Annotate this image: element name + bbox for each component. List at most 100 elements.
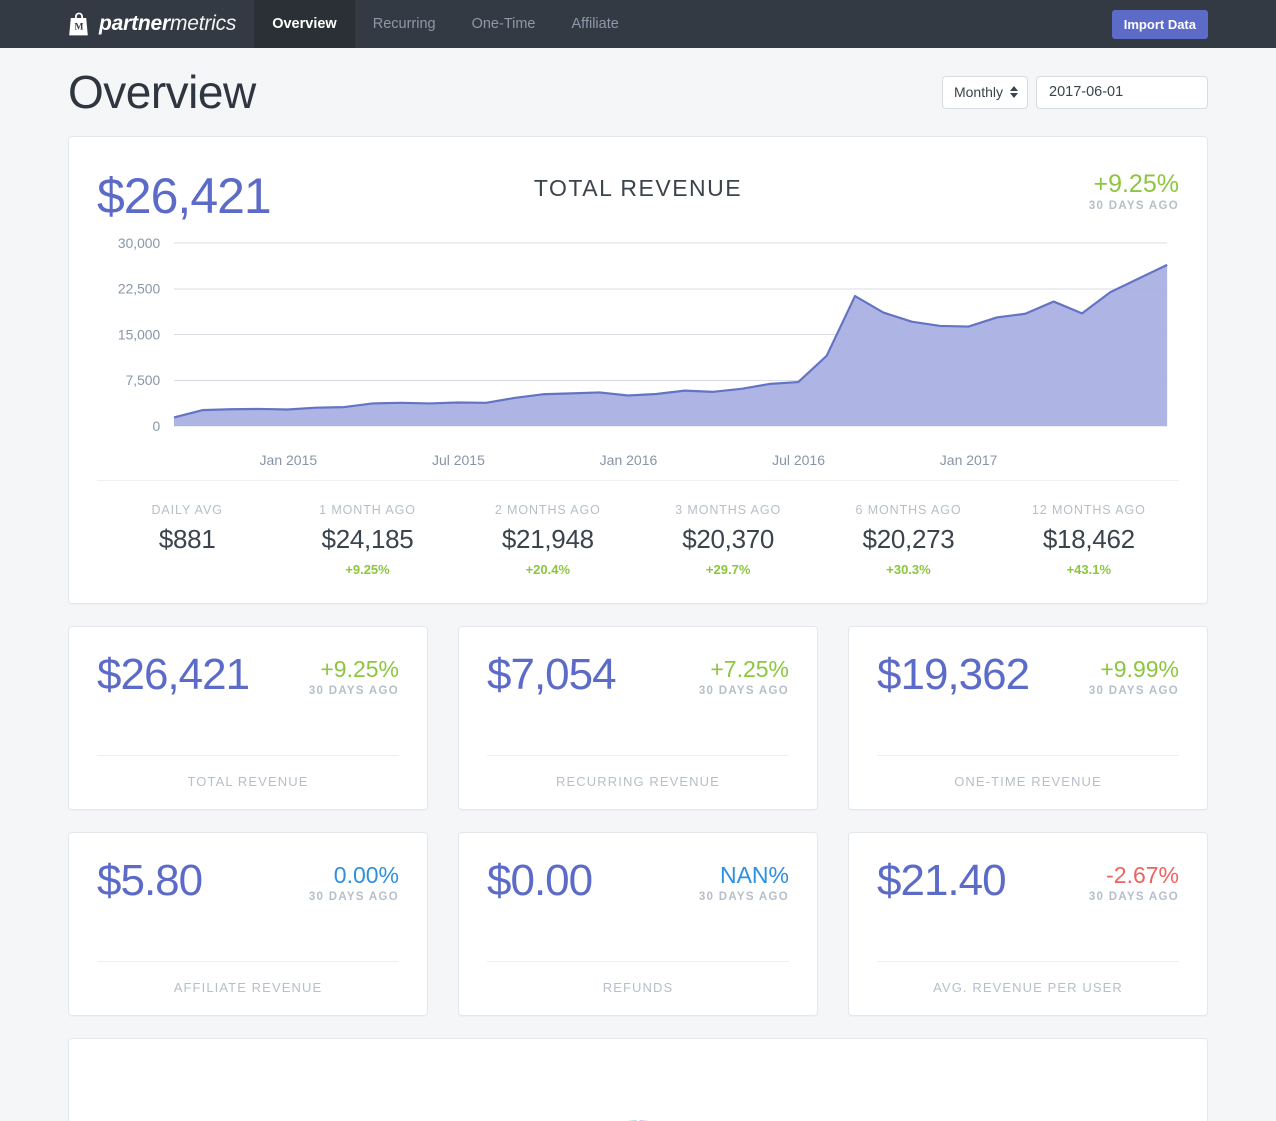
svg-text:30,000: 30,000 [118, 235, 161, 251]
metric-ago: 30 DAYS AGO [698, 685, 789, 698]
x-tick-label: Jan 2017 [939, 452, 998, 468]
x-tick-label: Jan 2016 [599, 452, 658, 468]
stat-value: $18,462 [1042, 524, 1135, 554]
metric-top: $0.00 NAN% 30 DAYS AGO [487, 856, 789, 905]
metric-ago: 30 DAYS AGO [698, 891, 789, 904]
x-tick-label: Jan 2015 [259, 452, 318, 468]
metric-label: RECURRING REVENUE [487, 755, 789, 809]
nav-items: Overview Recurring One-Time Affiliate [254, 0, 637, 48]
stat-daily-avg: DAILY AVG $881 [97, 503, 277, 577]
metric-value: $26,421 [97, 650, 250, 699]
metric-card-refunds: $0.00 NAN% 30 DAYS AGO REFUNDS [458, 832, 818, 1016]
stat-label: 6 MONTHS AGO [855, 503, 962, 517]
metric-card-total-revenue: $26,421 +9.25% 30 DAYS AGO TOTAL REVENUE [68, 626, 428, 810]
shopping-bag-icon: M [69, 12, 88, 36]
metric-ago: 30 DAYS AGO [308, 685, 399, 698]
metric-value: $7,054 [487, 650, 617, 699]
metric-pct: 0.00% [333, 862, 399, 888]
metric-change: -2.67% 30 DAYS AGO [1089, 859, 1179, 903]
import-data-button[interactable]: Import Data [1111, 10, 1208, 39]
page-title: Overview [68, 66, 256, 118]
brand-text: partnermetrics [99, 12, 236, 36]
metric-label: REFUNDS [487, 961, 789, 1015]
x-tick-label: Jul 2015 [431, 452, 485, 468]
metric-label: AFFILIATE REVENUE [97, 961, 399, 1015]
metric-value: $5.80 [97, 856, 203, 905]
revenue-area-chart: 0 7,500 15,000 22,500 30,000 [97, 235, 1179, 450]
stat-value: $20,370 [682, 524, 775, 554]
metric-value: $0.00 [487, 856, 593, 905]
metric-card-recurring-revenue: $7,054 +7.25% 30 DAYS AGO RECURRING REVE… [458, 626, 818, 810]
stat-delta [97, 562, 277, 577]
revenue-breakdown-pie-card [68, 1038, 1208, 1121]
metric-pct: +7.25% [710, 656, 789, 682]
stat-label: 3 MONTHS AGO [675, 503, 782, 517]
stat-delta: +20.4% [525, 562, 571, 577]
metric-change: +9.99% 30 DAYS AGO [1089, 653, 1179, 697]
stat-label: DAILY AVG [151, 503, 223, 517]
metric-pct: NAN% [719, 862, 789, 888]
svg-text:7,500: 7,500 [126, 372, 161, 388]
nav-item-affiliate[interactable]: Affiliate [554, 0, 637, 48]
metric-top: $26,421 +9.25% 30 DAYS AGO [97, 650, 399, 699]
metric-card-affiliate-revenue: $5.80 0.00% 30 DAYS AGO AFFILIATE REVENU… [68, 832, 428, 1016]
metric-pct: +9.99% [1100, 656, 1179, 682]
metric-label: ONE-TIME REVENUE [877, 755, 1179, 809]
stat-label: 2 MONTHS AGO [494, 503, 601, 517]
stat-delta: +30.3% [886, 562, 931, 577]
svg-text:0: 0 [152, 418, 160, 434]
stat-delta: +43.1% [1066, 562, 1112, 577]
page-content: Overview Monthly 2017-06-01 $26,421 TOTA… [0, 48, 1276, 1121]
metric-label: TOTAL REVENUE [97, 755, 399, 809]
metric-card-avg-revenue-per-user: $21.40 -2.67% 30 DAYS AGO AVG. REVENUE P… [848, 832, 1208, 1016]
date-input[interactable]: 2017-06-01 [1036, 75, 1208, 109]
x-tick-label: Jul 2016 [772, 452, 825, 468]
metric-label: AVG. REVENUE PER USER [877, 961, 1179, 1015]
brand-logo[interactable]: M partnermetrics [0, 0, 254, 48]
metric-ago: 30 DAYS AGO [308, 891, 399, 904]
stat-3-months-ago: 3 MONTHS AGO $20,370 +29.7% [638, 503, 818, 577]
revenue-breakdown-pie-chart [611, 1117, 665, 1121]
metric-change: +7.25% 30 DAYS AGO [699, 653, 789, 697]
metric-value: $21.40 [877, 856, 1007, 905]
nav-item-one-time[interactable]: One-Time [454, 0, 554, 48]
chart-header: $26,421 TOTAL REVENUE +9.25% 30 DAYS AGO [97, 159, 1179, 231]
metric-cards-row-1: $26,421 +9.25% 30 DAYS AGO TOTAL REVENUE… [68, 626, 1208, 810]
stat-value: $881 [158, 524, 216, 554]
metric-top: $7,054 +7.25% 30 DAYS AGO [487, 650, 789, 699]
metric-top: $19,362 +9.99% 30 DAYS AGO [877, 653, 1179, 698]
stat-delta: +9.25% [345, 562, 390, 577]
interval-select[interactable]: Monthly [941, 75, 1028, 109]
metric-pct: -2.67% [1106, 862, 1179, 888]
metric-top: $5.80 0.00% 30 DAYS AGO [97, 856, 399, 905]
svg-text:22,500: 22,500 [118, 281, 161, 297]
revenue-area-chart-svg: 0 7,500 15,000 22,500 30,000 [118, 235, 1168, 434]
stat-value: $20,273 [862, 524, 955, 554]
metric-pct: +9.25% [320, 656, 399, 682]
hero-delta-pct: +9.25% [1093, 170, 1179, 198]
metric-change: NAN% 30 DAYS AGO [699, 859, 789, 903]
metric-top: $21.40 -2.67% 30 DAYS AGO [877, 856, 1179, 905]
hero-value: $26,421 [97, 168, 272, 224]
total-revenue-chart-card: $26,421 TOTAL REVENUE +9.25% 30 DAYS AGO… [68, 136, 1208, 604]
metric-ago: 30 DAYS AGO [1088, 685, 1179, 698]
brand-text-light: metrics [169, 12, 237, 35]
interval-select-value: Monthly [953, 84, 1003, 100]
stat-label: 12 MONTHS AGO [1031, 503, 1146, 517]
stat-label: 1 MONTH AGO [319, 503, 416, 517]
nav-item-overview[interactable]: Overview [254, 0, 355, 48]
select-stepper-icon [1010, 86, 1018, 98]
stat-1-month-ago: 1 MONTH AGO $24,185 +9.25% [277, 503, 457, 577]
chart-title: TOTAL REVENUE [533, 175, 743, 201]
svg-text:15,000: 15,000 [118, 326, 161, 342]
metric-change: 0.00% 30 DAYS AGO [309, 859, 399, 903]
nav-item-recurring[interactable]: Recurring [355, 0, 454, 48]
metric-card-one-time-revenue: $19,362 +9.99% 30 DAYS AGO ONE-TIME REVE… [848, 626, 1208, 810]
hero-delta: +9.25% 30 DAYS AGO [818, 159, 1179, 213]
stat-2-months-ago: 2 MONTHS AGO $21,948 +20.4% [458, 503, 638, 577]
chart-stats-row: DAILY AVG $881 1 MONTH AGO $24,185 +9.25… [97, 480, 1179, 603]
brand-text-bold: partner [99, 12, 170, 35]
stat-delta: +29.7% [705, 562, 751, 577]
stat-6-months-ago: 6 MONTHS AGO $20,273 +30.3% [818, 503, 998, 577]
metric-change: +9.25% 30 DAYS AGO [309, 653, 399, 697]
